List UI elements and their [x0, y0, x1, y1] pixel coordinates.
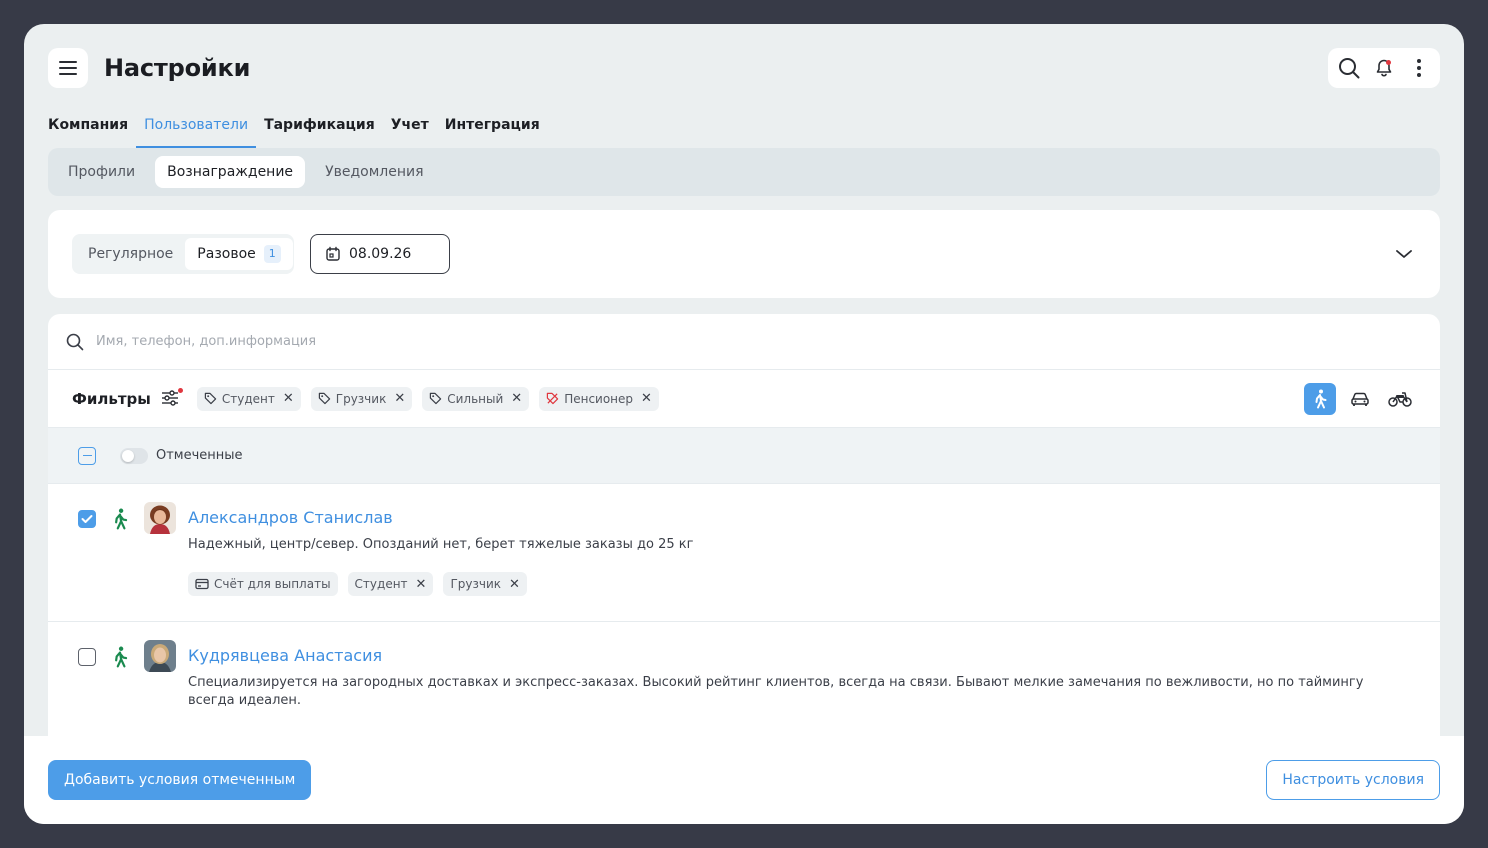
- add-conditions-button[interactable]: Добавить условия отмеченным: [48, 760, 312, 800]
- filters-active-dot: [177, 387, 183, 393]
- tab-users[interactable]: Пользователи: [136, 116, 257, 148]
- hamburger-icon: [59, 61, 77, 75]
- transport-walk-button[interactable]: [1304, 383, 1336, 415]
- tab-integration[interactable]: Интеграция: [437, 116, 548, 148]
- date-value: 08.09.26: [349, 246, 412, 262]
- filter-chip[interactable]: Грузчик ✕: [310, 386, 413, 411]
- remove-filter-icon[interactable]: ✕: [641, 391, 652, 406]
- tab-accounting[interactable]: Учет: [383, 116, 437, 148]
- footer-actions: Добавить условия отмеченным Настроить ус…: [24, 736, 1464, 824]
- tag-icon: [204, 392, 217, 405]
- segment-regular[interactable]: Регулярное: [76, 238, 185, 270]
- subtab-profiles[interactable]: Профили: [56, 156, 147, 188]
- walk-icon: [115, 646, 128, 668]
- subtab-notifications[interactable]: Уведомления: [313, 156, 435, 188]
- expand-button[interactable]: [1392, 242, 1416, 266]
- tag-off-icon: [546, 392, 559, 405]
- user-name[interactable]: Александров Станислав: [188, 502, 1440, 534]
- filter-chip-label: Студент: [221, 391, 275, 406]
- walk-icon: [1315, 389, 1327, 409]
- card-icon: [195, 578, 209, 590]
- chip-label: Студент: [354, 577, 408, 591]
- filter-chip[interactable]: Сильный ✕: [422, 386, 530, 411]
- remove-filter-icon[interactable]: ✕: [511, 391, 522, 406]
- calendar-icon: [326, 246, 340, 261]
- user-tags: Счёт для выплаты Студент ✕ Грузчик ✕: [188, 572, 1440, 596]
- avatar: [144, 640, 176, 672]
- search-icon: [1339, 58, 1360, 79]
- filter-chip[interactable]: Студент ✕: [196, 386, 301, 411]
- avatar: [144, 502, 176, 534]
- filter-chip-label: Грузчик: [335, 391, 387, 406]
- user-checkbox[interactable]: [78, 648, 96, 666]
- notification-dot: [1385, 60, 1391, 65]
- top-actions: [1328, 48, 1440, 88]
- more-button[interactable]: [1403, 52, 1435, 84]
- selection-bar: Отмеченные: [48, 428, 1440, 484]
- chip-label: Счёт для выплаты: [214, 577, 331, 591]
- walk-icon: [115, 508, 128, 530]
- remove-filter-icon[interactable]: ✕: [394, 391, 405, 406]
- sliders-icon: [161, 389, 178, 406]
- transport-filter: [1304, 383, 1416, 415]
- main-tabs: Компания Пользователи Тарификация Учет И…: [48, 116, 548, 148]
- check-icon: [81, 515, 93, 523]
- user-checkbox[interactable]: [78, 510, 96, 528]
- tag-icon: [318, 392, 330, 405]
- filters-label: Фильтры: [72, 389, 151, 408]
- show-marked-toggle[interactable]: [120, 447, 148, 464]
- user-tag-chip[interactable]: Студент ✕: [347, 572, 434, 596]
- remove-tag-icon[interactable]: ✕: [416, 577, 427, 592]
- filters-settings-button[interactable]: [161, 387, 183, 409]
- user-tag-chip[interactable]: Грузчик ✕: [443, 572, 527, 596]
- car-icon: [1351, 392, 1369, 406]
- bell-icon: [1376, 59, 1392, 77]
- configure-conditions-button[interactable]: Настроить условия: [1266, 760, 1440, 800]
- bike-icon: [1388, 392, 1412, 407]
- segment-one-time-label: Разовое: [197, 246, 256, 262]
- more-vertical-icon: [1416, 59, 1421, 77]
- segment-one-time[interactable]: Разовое 1: [185, 238, 293, 270]
- user-description: Специализируется на загородных доставках…: [188, 675, 1364, 708]
- user-name[interactable]: Кудрявцева Анастасия: [188, 640, 1440, 672]
- sub-tabs: Профили Вознаграждение Уведомления: [48, 148, 1440, 196]
- notifications-button[interactable]: [1368, 52, 1400, 84]
- show-marked-label: Отмеченные: [156, 448, 243, 463]
- filter-chip-label: Сильный: [447, 391, 504, 406]
- transport-bike-button[interactable]: [1384, 383, 1416, 415]
- search-icon: [66, 333, 84, 350]
- segment-count-badge: 1: [263, 245, 281, 263]
- tab-tariffs[interactable]: Тарификация: [256, 116, 383, 148]
- filter-chip[interactable]: Пенсионер ✕: [539, 386, 659, 411]
- page-title: Настройки: [104, 54, 251, 82]
- reward-type-segmented: Регулярное Разовое 1: [72, 234, 294, 274]
- indeterminate-icon: [82, 454, 92, 457]
- subtab-reward[interactable]: Вознаграждение: [155, 156, 306, 188]
- reward-settings-card: Регулярное Разовое 1 08.09.26: [48, 210, 1440, 298]
- user-row: Александров Станислав Надежный, центр/се…: [48, 484, 1440, 622]
- tag-icon: [430, 392, 442, 405]
- filters-bar: Фильтры Студент ✕ Грузчик ✕ Сильный ✕ Пе…: [48, 370, 1440, 428]
- remove-filter-icon[interactable]: ✕: [283, 391, 294, 406]
- payout-account-chip[interactable]: Счёт для выплаты: [188, 572, 338, 596]
- user-description: Надежный, центр/север. Опозданий нет, бе…: [188, 537, 694, 552]
- remove-tag-icon[interactable]: ✕: [509, 577, 520, 592]
- date-picker[interactable]: 08.09.26: [310, 234, 450, 274]
- search-bar: [48, 314, 1440, 370]
- chip-label: Грузчик: [450, 577, 502, 591]
- tab-company[interactable]: Компания: [48, 116, 136, 148]
- chevron-down-icon: [1396, 250, 1412, 258]
- menu-button[interactable]: [48, 48, 88, 88]
- settings-window: Настройки Компания Пользователи Тарифика…: [24, 24, 1464, 824]
- transport-car-button[interactable]: [1344, 383, 1376, 415]
- filter-chip-label: Пенсионер: [564, 391, 634, 406]
- search-input[interactable]: [96, 334, 696, 349]
- select-all-checkbox[interactable]: [78, 446, 96, 465]
- search-button[interactable]: [1333, 52, 1365, 84]
